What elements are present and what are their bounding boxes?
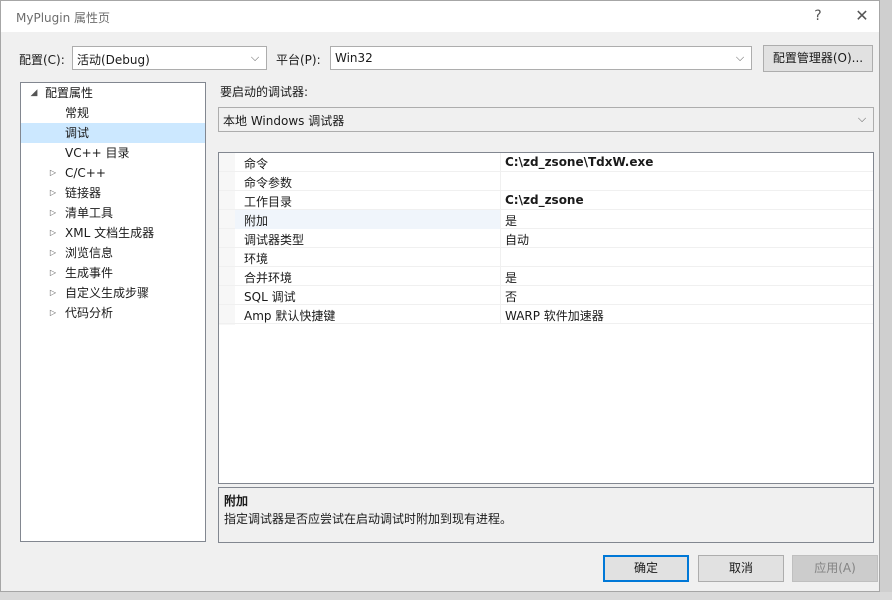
background-window-bottom — [0, 592, 892, 600]
tree-item-code-analysis[interactable]: ▷ 代码分析 — [21, 303, 205, 323]
property-value[interactable]: 是 — [505, 212, 517, 229]
config-dropdown-value: 活动(Debug) — [77, 53, 150, 67]
property-row-command-args[interactable]: 命令参数 — [219, 172, 873, 191]
tree-item-label: 配置属性 — [45, 86, 94, 100]
tree-item-vc-directories[interactable]: VC++ 目录 — [21, 143, 205, 163]
property-value[interactable]: 自动 — [505, 231, 529, 248]
column-divider — [500, 172, 501, 191]
triangle-expanded-icon[interactable]: ◢ — [29, 83, 39, 103]
platform-dropdown[interactable]: Win32 ⌵ — [330, 46, 752, 70]
triangle-collapsed-icon[interactable]: ▷ — [48, 183, 58, 203]
tree-item-config-properties[interactable]: ◢ 配置属性 — [21, 83, 205, 103]
tree-item-debugging[interactable]: 调试 — [21, 123, 205, 143]
triangle-collapsed-icon[interactable]: ▷ — [48, 163, 58, 183]
tree-item-label: 调试 — [65, 126, 90, 140]
platform-label: 平台(P): — [276, 53, 321, 67]
property-tree: ◢ 配置属性 常规 调试 VC++ 目录 ▷ C/C++ ▷ 链接器 ▷ 清单工… — [20, 82, 206, 542]
property-row-command[interactable]: 命令 C:\zd_zsone\TdxW.exe — [219, 153, 873, 172]
tree-item-linker[interactable]: ▷ 链接器 — [21, 183, 205, 203]
property-value[interactable]: 否 — [505, 288, 517, 305]
ok-button[interactable]: 确定 — [603, 555, 689, 582]
config-manager-button[interactable]: 配置管理器(O)... — [763, 45, 873, 72]
property-name: 调试器类型 — [244, 233, 305, 247]
property-row-debugger-type[interactable]: 调试器类型 自动 — [219, 229, 873, 248]
property-row-merge-environment[interactable]: 合并环境 是 — [219, 267, 873, 286]
column-divider — [500, 305, 501, 324]
config-dropdown[interactable]: 活动(Debug) ⌵ — [72, 46, 267, 70]
tree-item-label: 生成事件 — [65, 266, 114, 280]
cancel-button[interactable]: 取消 — [698, 555, 784, 582]
property-value[interactable]: WARP 软件加速器 — [505, 307, 604, 324]
help-button[interactable]: ? — [798, 4, 838, 30]
property-row-environment[interactable]: 环境 — [219, 248, 873, 267]
property-row-attach[interactable]: 附加 是 — [219, 210, 873, 229]
description-title: 附加 — [224, 494, 249, 508]
triangle-collapsed-icon[interactable]: ▷ — [48, 283, 58, 303]
tree-item-custom-build-step[interactable]: ▷ 自定义生成步骤 — [21, 283, 205, 303]
column-divider — [500, 248, 501, 267]
property-row-sql-debugging[interactable]: SQL 调试 否 — [219, 286, 873, 305]
tree-item-label: VC++ 目录 — [65, 146, 130, 160]
property-name: 工作目录 — [244, 195, 293, 209]
property-name: 环境 — [244, 252, 269, 266]
config-label: 配置(C): — [19, 53, 65, 67]
tree-item-label: C/C++ — [65, 166, 106, 180]
tree-item-xml-doc-generator[interactable]: ▷ XML 文档生成器 — [21, 223, 205, 243]
tree-item-label: 代码分析 — [65, 306, 114, 320]
tree-item-manifest-tool[interactable]: ▷ 清单工具 — [21, 203, 205, 223]
row-highlight — [235, 210, 500, 229]
background-window — [880, 0, 892, 600]
triangle-collapsed-icon[interactable]: ▷ — [48, 223, 58, 243]
chevron-down-icon: ⌵ — [250, 51, 260, 64]
property-value[interactable]: C:\zd_zsone\TdxW.exe — [505, 155, 653, 169]
column-divider — [500, 229, 501, 248]
property-row-working-dir[interactable]: 工作目录 C:\zd_zsone — [219, 191, 873, 210]
property-value[interactable]: 是 — [505, 269, 517, 286]
tree-item-label: 常规 — [65, 106, 90, 120]
column-divider — [500, 286, 501, 305]
debugger-label: 要启动的调试器: — [220, 85, 309, 99]
debugger-dropdown-value: 本地 Windows 调试器 — [223, 114, 345, 128]
chevron-down-icon: ⌵ — [735, 51, 745, 64]
triangle-collapsed-icon[interactable]: ▷ — [48, 243, 58, 263]
tree-item-label: 自定义生成步骤 — [65, 286, 150, 300]
property-name: 附加 — [244, 214, 269, 228]
tree-item-label: XML 文档生成器 — [65, 226, 155, 240]
window-title: MyPlugin 属性页 — [16, 11, 111, 25]
column-divider — [500, 210, 501, 229]
property-grid: 命令 C:\zd_zsone\TdxW.exe 命令参数 工作目录 C:\zd_… — [218, 152, 874, 484]
triangle-collapsed-icon[interactable]: ▷ — [48, 263, 58, 283]
title-bar: MyPlugin 属性页 ? ✕ — [1, 1, 879, 32]
property-row-amp-accelerator[interactable]: Amp 默认快捷键 WARP 软件加速器 — [219, 305, 873, 324]
property-name: SQL 调试 — [244, 290, 296, 304]
description-text: 指定调试器是否应尝试在启动调试时附加到现有进程。 — [224, 512, 513, 526]
tree-item-label: 清单工具 — [65, 206, 114, 220]
column-divider — [500, 191, 501, 210]
close-button[interactable]: ✕ — [842, 4, 882, 30]
tree-item-label: 浏览信息 — [65, 246, 114, 260]
platform-dropdown-value: Win32 — [335, 51, 373, 65]
column-divider — [500, 153, 501, 172]
tree-item-general[interactable]: 常规 — [21, 103, 205, 123]
apply-button[interactable]: 应用(A) — [792, 555, 878, 582]
chevron-down-icon: ⌵ — [857, 112, 867, 125]
column-divider — [500, 267, 501, 286]
triangle-collapsed-icon[interactable]: ▷ — [48, 303, 58, 323]
tree-item-label: 链接器 — [65, 186, 102, 200]
debugger-dropdown[interactable]: 本地 Windows 调试器 ⌵ — [218, 107, 874, 132]
property-name: Amp 默认快捷键 — [244, 309, 336, 323]
property-pages-dialog: MyPlugin 属性页 ? ✕ 配置(C): 活动(Debug) ⌵ 平台(P… — [0, 0, 880, 592]
property-name: 命令 — [244, 157, 269, 171]
tree-item-cpp[interactable]: ▷ C/C++ — [21, 163, 205, 183]
triangle-collapsed-icon[interactable]: ▷ — [48, 203, 58, 223]
property-name: 合并环境 — [244, 271, 293, 285]
property-name: 命令参数 — [244, 176, 293, 190]
description-panel: 附加 指定调试器是否应尝试在启动调试时附加到现有进程。 — [218, 487, 874, 543]
tree-item-build-events[interactable]: ▷ 生成事件 — [21, 263, 205, 283]
tree-item-browse-info[interactable]: ▷ 浏览信息 — [21, 243, 205, 263]
property-value[interactable]: C:\zd_zsone — [505, 193, 584, 207]
